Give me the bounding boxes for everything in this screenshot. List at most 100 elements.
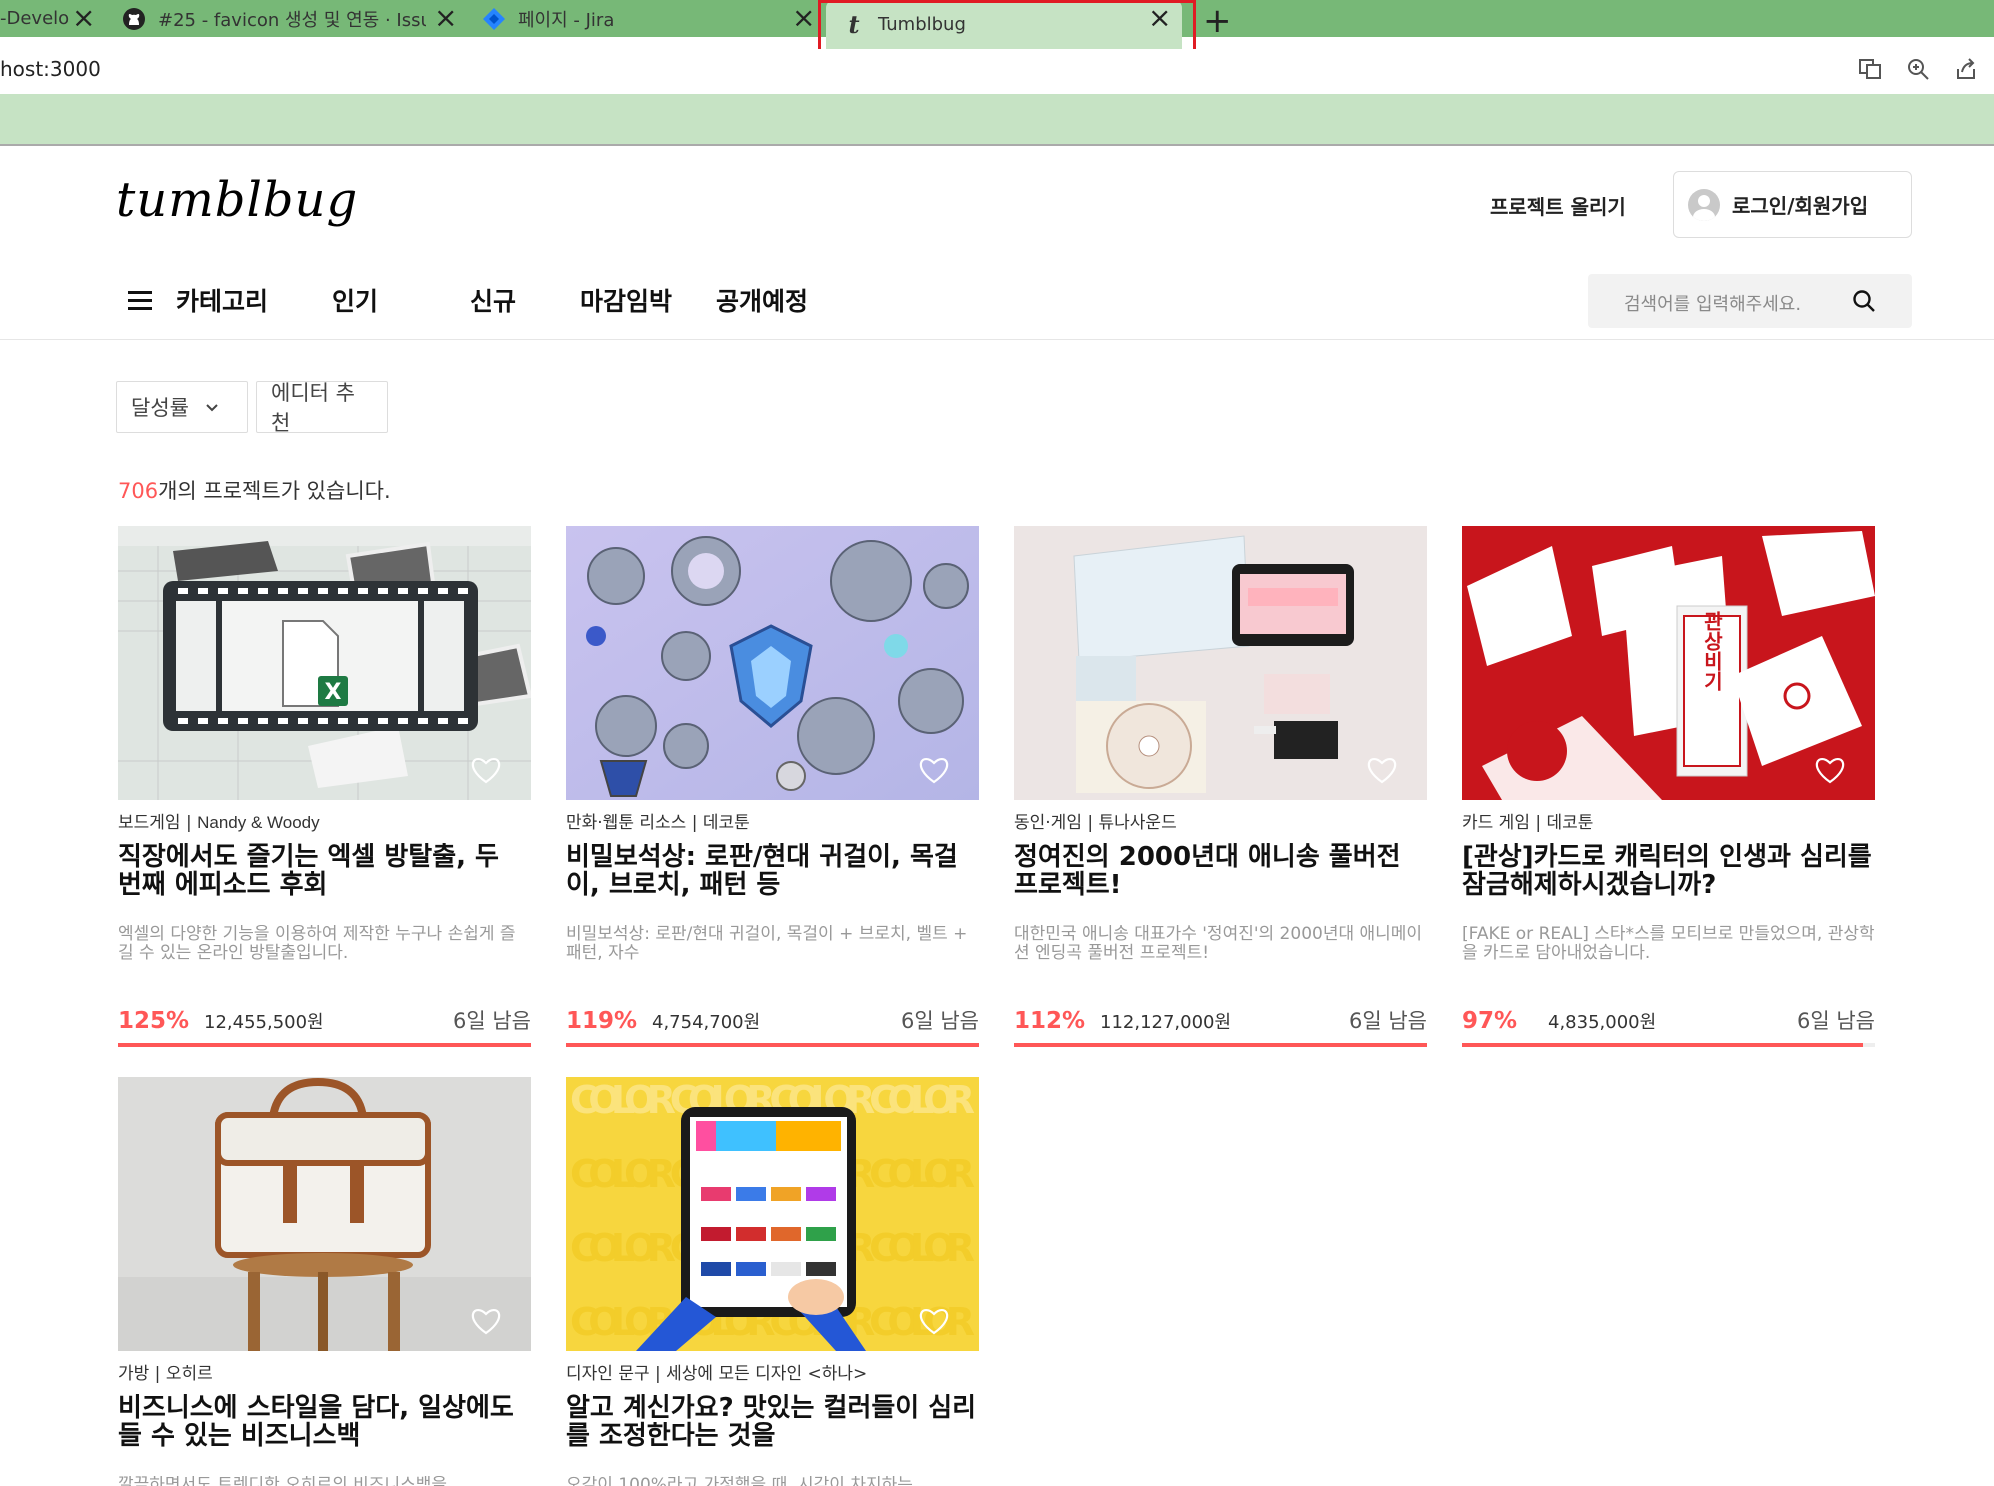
project-description: 오감이 100%라고 가정했을 때, 시각이 차지하는 xyxy=(566,1476,913,1486)
nav-item-popular[interactable]: 인기 xyxy=(332,282,378,318)
funding-amount: 112,127,000원 xyxy=(1100,1012,1232,1033)
project-card[interactable]: X 보드게임 | Nandy & Woody 직장에서도 즐기는 엑셀 방탈출,… xyxy=(118,526,531,1047)
project-title[interactable]: 정여진의 2000년대 애니송 풀버전 프로젝트! xyxy=(1014,843,1427,899)
project-title[interactable]: 직장에서도 즐기는 엑셀 방탈출, 두 번째 에피소드 후회 xyxy=(118,843,531,899)
project-description: 엑셀의 다양한 기능을 이용하여 제작한 누구나 손쉽게 즐길 수 있는 온라인… xyxy=(118,925,516,963)
nav-item-category[interactable]: 카테고리 xyxy=(176,282,268,318)
chevron-down-icon xyxy=(205,398,219,417)
login-signup-button[interactable]: 로그인/회원가입 xyxy=(1673,171,1912,238)
funding-percent: 119% xyxy=(566,1008,638,1034)
days-left: 6일 남음 xyxy=(901,1009,979,1033)
project-meta: 만화·웹툰 리소스 | 데코툰 xyxy=(566,813,750,833)
project-card[interactable]: 가방 | 오히르 비즈니스에 스타일을 담다, 일상에도 들 수 있는 비즈니스… xyxy=(118,1077,531,1486)
zoom-icon[interactable] xyxy=(1906,57,1930,87)
tab-develop[interactable]: -Develo × xyxy=(0,0,104,37)
github-icon xyxy=(122,7,146,31)
project-card[interactable]: 만화·웹툰 리소스 | 데코툰 비밀보석상: 로판/현대 귀걸이, 목걸이, 브… xyxy=(566,526,979,1047)
search-box[interactable]: 검색어를 입력해주세요. xyxy=(1588,274,1912,328)
nav-item-new[interactable]: 신규 xyxy=(470,282,516,318)
project-stats: 125% 12,455,500원 6일 남음 xyxy=(118,1005,531,1035)
project-title[interactable]: [관상]카드로 캐릭터의 인생과 심리를 잠금해제하시겠습니까? xyxy=(1462,843,1875,899)
project-meta: 가방 | 오히르 xyxy=(118,1364,213,1384)
funding-progress-bar xyxy=(1462,1043,1875,1047)
upload-project-link[interactable]: 프로젝트 올리기 xyxy=(1490,191,1626,220)
project-thumbnail[interactable] xyxy=(118,1077,531,1351)
funding-percent: 112% xyxy=(1014,1008,1086,1034)
project-thumbnail[interactable] xyxy=(566,526,979,800)
header-divider xyxy=(0,339,1994,340)
excel-letter: X xyxy=(325,680,342,705)
funding-progress-fill xyxy=(566,1043,979,1047)
card-box-text: 관상비기 xyxy=(1700,611,1724,691)
project-card[interactable]: 동인·게임 | 튜나사운드 정여진의 2000년대 애니송 풀버전 프로젝트! … xyxy=(1014,526,1427,1047)
heart-icon[interactable] xyxy=(471,1307,501,1335)
hamburger-menu-icon[interactable] xyxy=(128,291,152,311)
address-bar[interactable]: host:3000 xyxy=(0,49,1994,94)
project-thumbnail[interactable]: 관상비기 xyxy=(1462,526,1875,800)
project-stats: 97% 4,835,000원 6일 남음 xyxy=(1462,1005,1875,1035)
project-creator[interactable]: 튜나사운드 xyxy=(1099,813,1177,833)
project-title[interactable]: 비즈니스에 스타일을 담다, 일상에도 들 수 있는 비즈니스백 xyxy=(118,1394,531,1450)
project-category[interactable]: 동인·게임 xyxy=(1014,813,1082,833)
project-thumbnail[interactable]: X xyxy=(118,526,531,800)
project-card[interactable]: COLOR COLOR COLOR COLOR COLOR COLOR COLO… xyxy=(566,1077,979,1486)
project-description: 깔끔하면서도 트렌디한 오히르의 비즈니스백을 xyxy=(118,1476,448,1486)
tab-close-icon[interactable]: × xyxy=(792,3,815,33)
heart-icon[interactable] xyxy=(471,756,501,784)
heart-icon[interactable] xyxy=(1815,756,1845,784)
project-category[interactable]: 만화·웹툰 리소스 xyxy=(566,813,686,833)
project-card[interactable]: 관상비기 카드 게임 | 데코툰 [관상]카드로 캐릭터의 인생과 심리를 잠금… xyxy=(1462,526,1875,1047)
heart-icon[interactable] xyxy=(919,1307,949,1335)
editor-pick-filter[interactable]: 에디터 추천 xyxy=(256,381,388,435)
days-left: 6일 남음 xyxy=(1349,1009,1427,1033)
project-meta: 보드게임 | Nandy & Woody xyxy=(118,813,320,833)
bookmark-bar xyxy=(0,94,1994,146)
jira-icon xyxy=(482,7,506,31)
project-title[interactable]: 비밀보석상: 로판/현대 귀걸이, 목걸이, 브로치, 패턴 등 xyxy=(566,843,979,899)
project-category[interactable]: 카드 게임 xyxy=(1462,813,1530,833)
project-creator[interactable]: 오히르 xyxy=(166,1364,213,1384)
nav-item-closing-soon[interactable]: 마감임박 xyxy=(580,282,672,318)
site-logo[interactable]: tumblbug xyxy=(116,172,358,228)
new-tab-icon[interactable]: + xyxy=(1203,1,1232,41)
project-count-number: 706 xyxy=(118,479,159,503)
project-count: 706개의 프로젝트가 있습니다. xyxy=(118,475,391,505)
tab-close-icon[interactable]: × xyxy=(434,3,457,33)
tab-github-issue[interactable]: #25 - favicon 생성 및 연동 · Issu × xyxy=(122,0,460,37)
funding-amount: 12,455,500원 xyxy=(204,1012,324,1033)
project-creator[interactable]: 데코툰 xyxy=(703,813,750,833)
days-left: 6일 남음 xyxy=(1797,1009,1875,1033)
project-creator[interactable]: 세상에 모든 디자인 <하나> xyxy=(666,1364,867,1384)
sort-dropdown[interactable]: 달성률 xyxy=(116,381,248,433)
tab-close-icon[interactable]: × xyxy=(72,3,95,33)
heart-icon[interactable] xyxy=(1367,756,1397,784)
funding-percent: 97% xyxy=(1462,1008,1518,1034)
project-title[interactable]: 알고 계신가요? 맛있는 컬러들이 심리를 조정한다는 것을 xyxy=(566,1394,979,1450)
tab-label: -Develo xyxy=(0,8,70,29)
project-creator[interactable]: 데코툰 xyxy=(1547,813,1594,833)
tab-label: #25 - favicon 생성 및 연동 · Issu xyxy=(158,9,426,31)
project-thumbnail[interactable]: COLOR COLOR COLOR COLOR COLOR COLOR COLO… xyxy=(566,1077,979,1351)
funding-amount: 4,754,700원 xyxy=(652,1012,761,1033)
editor-pick-label: 에디터 추천 xyxy=(271,381,355,435)
translate-icon[interactable] xyxy=(1858,57,1882,87)
project-category[interactable]: 가방 xyxy=(118,1364,149,1384)
project-creator[interactable]: Nandy & Woody xyxy=(197,813,320,832)
funding-progress-fill xyxy=(118,1043,531,1047)
project-thumbnail[interactable] xyxy=(1014,526,1427,800)
tab-jira[interactable]: 페이지 - Jira × xyxy=(482,0,815,37)
search-icon[interactable] xyxy=(1852,289,1876,313)
project-category[interactable]: 디자인 문구 xyxy=(566,1364,650,1384)
nav-item-upcoming[interactable]: 공개예정 xyxy=(716,282,808,318)
tab-label: 페이지 - Jira xyxy=(518,9,615,31)
project-category[interactable]: 보드게임 xyxy=(118,813,181,833)
url-text[interactable]: host:3000 xyxy=(0,57,101,81)
search-input[interactable]: 검색어를 입력해주세요. xyxy=(1624,290,1801,316)
project-meta: 동인·게임 | 튜나사운드 xyxy=(1014,813,1177,833)
share-icon[interactable] xyxy=(1954,57,1978,87)
funding-progress-bar xyxy=(118,1043,531,1047)
project-description: 대한민국 애니송 대표가수 '정여진'의 2000년대 애니메이션 엔딩곡 풀버… xyxy=(1014,925,1423,963)
funding-progress-bar xyxy=(1014,1043,1427,1047)
project-stats: 112% 112,127,000원 6일 남음 xyxy=(1014,1005,1427,1035)
heart-icon[interactable] xyxy=(919,756,949,784)
